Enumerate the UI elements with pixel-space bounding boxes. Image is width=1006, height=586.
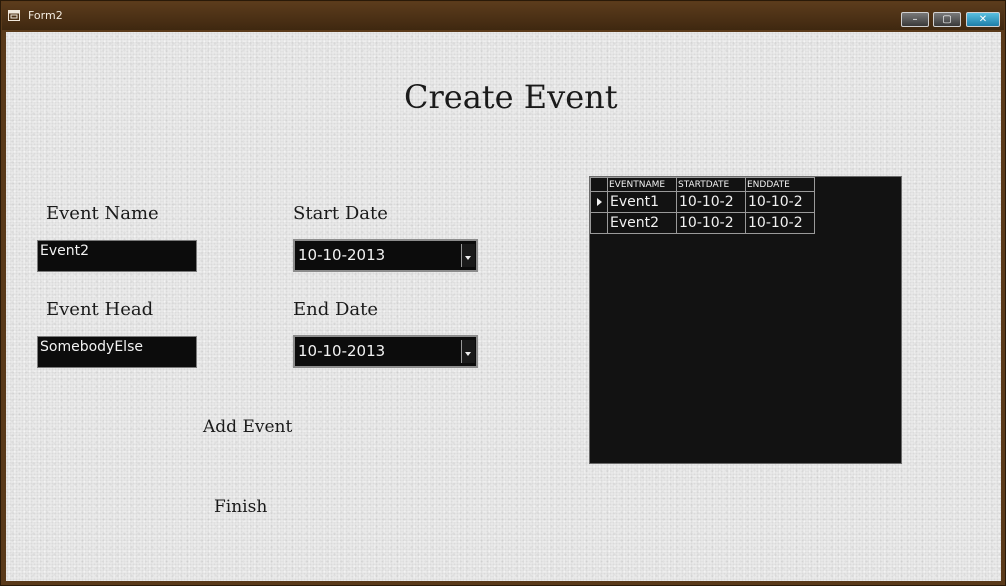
form2-window: Form2 – ▢ ✕ Create Event Event Name Even…: [0, 0, 1006, 586]
column-header-eventname[interactable]: EVENTNAME: [607, 177, 677, 192]
end-date-value: 10-10-2013: [298, 342, 386, 360]
close-icon: ✕: [978, 14, 988, 25]
end-date-picker[interactable]: 10-10-2013: [293, 335, 478, 368]
table-cell-eventname[interactable]: Event2: [607, 212, 677, 234]
row-header[interactable]: [590, 212, 608, 234]
end-date-label: End Date: [293, 299, 379, 320]
title-bar[interactable]: Form2 – ▢ ✕: [2, 2, 1004, 30]
form-client-area: Create Event Event Name Event2 Start Dat…: [6, 32, 1001, 581]
column-header-startdate[interactable]: STARTDATE: [676, 177, 746, 192]
start-date-label: Start Date: [293, 203, 388, 224]
minimize-icon: –: [912, 14, 918, 25]
table-cell-enddate[interactable]: 10-10-2: [745, 191, 815, 213]
event-head-label: Event Head: [46, 299, 154, 320]
close-button[interactable]: ✕: [966, 12, 1000, 27]
start-date-picker[interactable]: 10-10-2013: [293, 239, 478, 272]
events-table: EVENTNAME STARTDATE ENDDATE Event1 10-10…: [590, 177, 815, 234]
form-window-icon: [8, 10, 20, 21]
table-row[interactable]: Event1 10-10-2 10-10-2: [590, 191, 815, 213]
end-date-dropdown-button[interactable]: [461, 340, 475, 363]
page-title: Create Event: [404, 78, 618, 116]
start-date-value: 10-10-2013: [298, 246, 386, 264]
column-header-enddate[interactable]: ENDDATE: [745, 177, 815, 192]
table-header-row: EVENTNAME STARTDATE ENDDATE: [590, 177, 815, 192]
events-data-grid[interactable]: EVENTNAME STARTDATE ENDDATE Event1 10-10…: [589, 176, 902, 464]
table-cell-startdate[interactable]: 10-10-2: [676, 191, 746, 213]
table-row[interactable]: Event2 10-10-2 10-10-2: [590, 212, 815, 234]
row-pointer-icon: [597, 198, 602, 206]
row-header[interactable]: [590, 191, 608, 213]
event-name-label: Event Name: [46, 203, 159, 224]
table-cell-enddate[interactable]: 10-10-2: [745, 212, 815, 234]
finish-button[interactable]: Finish: [214, 497, 267, 517]
start-date-dropdown-button[interactable]: [461, 244, 475, 267]
event-head-input[interactable]: SomebodyElse: [37, 336, 197, 368]
chevron-down-icon: [465, 256, 471, 260]
event-name-input[interactable]: Event2: [37, 240, 197, 272]
maximize-icon: ▢: [942, 14, 952, 25]
table-cell-eventname[interactable]: Event1: [607, 191, 677, 213]
window-title: Form2: [28, 9, 63, 22]
table-cell-startdate[interactable]: 10-10-2: [676, 212, 746, 234]
maximize-button[interactable]: ▢: [933, 12, 961, 27]
chevron-down-icon: [465, 352, 471, 356]
row-header-corner[interactable]: [590, 177, 608, 192]
add-event-button[interactable]: Add Event: [203, 417, 292, 437]
minimize-button[interactable]: –: [901, 12, 929, 27]
